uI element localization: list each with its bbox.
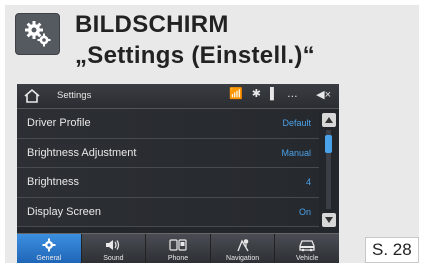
tab-bar: General Sound Phone Navigation Vehicle — [17, 233, 339, 263]
settings-row-display-screen[interactable]: Display Screen On — [17, 197, 319, 227]
mute-icon[interactable]: ◀× — [316, 88, 331, 101]
tab-phone[interactable]: Phone — [146, 234, 211, 263]
settings-row-brightness-adjustment[interactable]: Brightness Adjustment Manual — [17, 138, 319, 168]
scroll-down-button[interactable] — [322, 213, 336, 227]
tab-label: Phone — [167, 255, 189, 262]
tab-vehicle[interactable]: Vehicle — [275, 234, 339, 263]
wifi-icon: 📶 — [229, 88, 243, 100]
row-label: Brightness Adjustment — [27, 146, 137, 159]
settings-list: Driver Profile Default Brightness Adjust… — [17, 109, 319, 227]
navigation-icon — [236, 239, 249, 252]
screen-title: Settings — [57, 90, 92, 101]
scrollbar[interactable] — [320, 109, 337, 233]
row-value: On — [298, 206, 311, 217]
row-value: Default — [282, 118, 311, 128]
tab-label: Sound — [103, 255, 124, 262]
row-value: 4 — [305, 177, 311, 187]
card-title-line2: „Settings (Einstell.)“ — [75, 42, 315, 69]
info-card: BILDSCHIRM „Settings (Einstell.)“ Settin… — [5, 5, 419, 263]
bluetooth-icon: ✱ — [251, 88, 261, 100]
card-title-line1: BILDSCHIRM — [75, 11, 229, 38]
phone-icon — [169, 239, 187, 251]
speaker-icon — [106, 240, 120, 250]
scroll-up-button[interactable] — [322, 113, 336, 127]
row-value: Manual — [281, 147, 311, 158]
status-bar: Settings 📶 ✱ ▌ … ◀× — [17, 84, 339, 109]
tab-label: Vehicle — [295, 255, 319, 262]
tab-label: General — [36, 255, 62, 262]
scroll-thumb[interactable] — [325, 135, 332, 153]
battery-icon: ▌ — [270, 88, 278, 100]
settings-row-brightness[interactable]: Brightness 4 — [17, 168, 319, 198]
status-icons: 📶 ✱ ▌ … — [229, 87, 304, 100]
settings-row-driver-profile[interactable]: Driver Profile Default — [17, 109, 319, 139]
row-label: Driver Profile — [27, 117, 91, 129]
signal-icon: … — [286, 88, 298, 100]
tab-sound[interactable]: Sound — [82, 234, 147, 263]
gears-icon — [15, 13, 60, 55]
home-icon[interactable] — [23, 88, 41, 104]
infotainment-screen: Settings 📶 ✱ ▌ … ◀× Driver Profile Defau… — [17, 84, 339, 263]
row-label: Brightness — [27, 176, 79, 188]
page-reference: S. 28 — [365, 237, 419, 263]
gear-icon — [42, 238, 56, 252]
row-label: Display Screen — [27, 205, 101, 218]
tab-label: Navigation — [226, 255, 260, 262]
tab-navigation[interactable]: Navigation — [211, 234, 276, 263]
car-icon — [299, 240, 315, 252]
tab-general[interactable]: General — [17, 234, 82, 263]
